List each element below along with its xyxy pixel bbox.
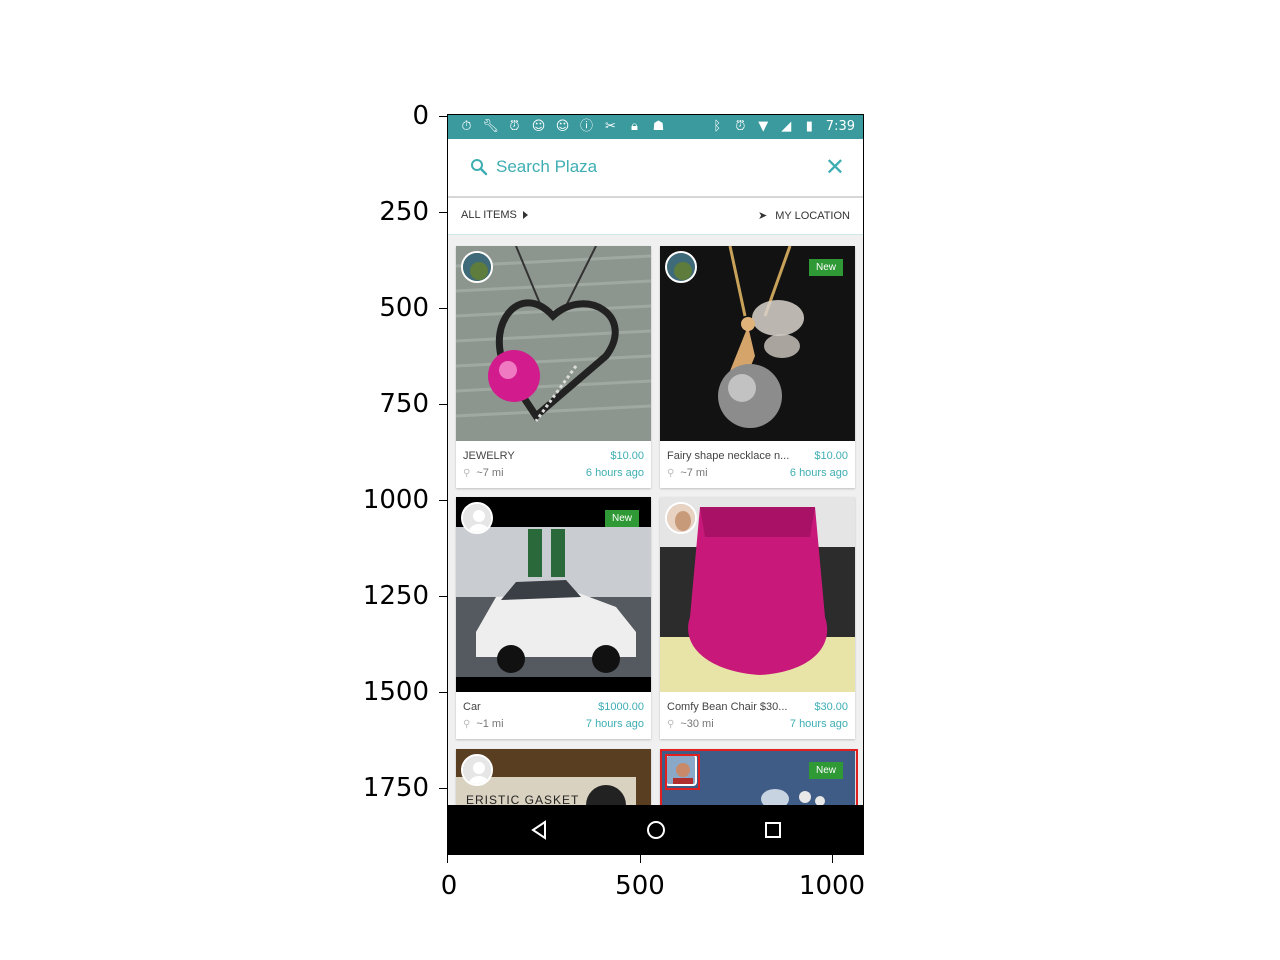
item-time: 7 hours ago: [789, 718, 848, 730]
y-tick: [439, 308, 447, 309]
x-tick-label: 500: [615, 871, 665, 901]
seller-avatar[interactable]: [461, 502, 493, 534]
item-card-gasket[interactable]: ERISTIC GASKET: [456, 749, 651, 809]
location-pin-icon: ⚲: [667, 467, 675, 479]
new-badge: New: [604, 510, 639, 527]
filter-bar: ALL ITEMS ➤ MY LOCATION: [448, 198, 863, 235]
item-distance: ⚲ ~30 mi: [667, 718, 714, 730]
category-filter-label: ALL ITEMS: [461, 209, 517, 221]
y-tick-label: 0: [412, 101, 429, 131]
caret-right-icon: [522, 211, 528, 219]
x-tick-label: 0: [440, 871, 458, 901]
smiley-icon: ☺: [555, 119, 570, 134]
seller-avatar[interactable]: [665, 502, 697, 534]
item-time: 7 hours ago: [585, 718, 644, 730]
seller-avatar[interactable]: [665, 251, 697, 283]
y-tick: [439, 500, 447, 501]
item-card-fairy-necklace[interactable]: New Fairy shape necklace n... $10.00 ⚲ ~…: [660, 246, 855, 488]
y-tick-label: 1250: [362, 581, 429, 611]
home-icon[interactable]: [645, 819, 667, 841]
x-tick: [447, 855, 448, 863]
item-price: $1000.00: [598, 701, 644, 713]
location-filter[interactable]: ➤ MY LOCATION: [758, 209, 850, 223]
status-icons-right: ᛒ ⏰︎ ▼ ◢ ▮ 7:39: [709, 118, 855, 135]
item-card-bean-chair[interactable]: Comfy Bean Chair $30... $30.00 ⚲ ~30 mi …: [660, 497, 855, 739]
item-distance: ⚲ ~7 mi: [667, 467, 708, 479]
location-pin-icon: ⚲: [667, 718, 675, 730]
tools-icon: ✂: [605, 119, 616, 134]
item-price: $10.00: [610, 450, 644, 462]
seller-avatar[interactable]: [461, 251, 493, 283]
location-pin-icon: ⚲: [463, 718, 471, 730]
item-distance-label: ~1 mi: [476, 718, 504, 730]
status-bar: ⏱ 🔧︎ ⏰︎ ☺ ☺ ⓘ ✂ 🔒︎ ☗ ᛒ ⏰︎ ▼ ◢ ▮ 7:39: [448, 115, 863, 139]
status-icons-left: ⏱ 🔧︎ ⏰︎ ☺ ☺ ⓘ ✂ 🔒︎ ☗: [458, 118, 667, 135]
x-tick: [640, 855, 641, 863]
item-distance: ⚲ ~1 mi: [463, 718, 504, 730]
alarm-icon: ⏰︎: [509, 119, 520, 134]
y-tick-label: 250: [379, 197, 429, 227]
location-pin-icon: ⚲: [463, 467, 471, 479]
search-input[interactable]: Search Plaza: [496, 157, 597, 177]
back-icon[interactable]: [528, 819, 550, 841]
item-title: JEWELRY: [463, 450, 515, 462]
seller-avatar[interactable]: [461, 754, 493, 786]
close-icon[interactable]: ✕: [825, 153, 845, 181]
recents-icon[interactable]: [762, 819, 784, 841]
item-distance: ⚲ ~7 mi: [463, 467, 504, 479]
phone-screen: ⏱ 🔧︎ ⏰︎ ☺ ☺ ⓘ ✂ 🔒︎ ☗ ᛒ ⏰︎ ▼ ◢ ▮ 7:39 Sea…: [447, 114, 864, 855]
search-icon: [471, 159, 488, 176]
item-price: $10.00: [814, 450, 848, 462]
y-tick: [439, 212, 447, 213]
info-icon: ⓘ: [579, 119, 593, 134]
y-tick-label: 1500: [362, 677, 429, 707]
x-tick-label: 1000: [798, 871, 866, 901]
status-time: 7:39: [825, 119, 855, 134]
y-tick: [439, 692, 447, 693]
y-tick-label: 1750: [362, 773, 429, 803]
y-tick: [439, 116, 447, 117]
search-bar[interactable]: Search Plaza ✕: [448, 139, 863, 197]
item-title: Comfy Bean Chair $30...: [667, 701, 788, 713]
item-card-car[interactable]: New Car $1000.00 ⚲ ~1 mi 7 hours ago: [456, 497, 651, 739]
wrench-icon: 🔧︎: [482, 119, 499, 134]
location-filter-label: MY LOCATION: [775, 209, 850, 222]
smiley-icon: ☺: [531, 119, 546, 134]
lock-icon: 🔒︎: [631, 119, 638, 134]
wifi-icon: ▼: [758, 119, 769, 134]
signal-icon: ◢: [781, 119, 792, 134]
alarm-icon: ⏰︎: [735, 119, 746, 134]
item-card-jewelry[interactable]: JEWELRY $10.00 ⚲ ~7 mi 6 hours ago: [456, 246, 651, 488]
y-tick-label: 1000: [362, 485, 429, 515]
item-distance-label: ~7 mi: [476, 467, 504, 479]
highlight-box-avatar: [665, 754, 700, 790]
category-filter[interactable]: ALL ITEMS: [461, 209, 528, 221]
y-tick-label: 750: [379, 389, 429, 419]
item-distance-label: ~30 mi: [680, 718, 714, 730]
item-price: $30.00: [814, 701, 848, 713]
y-tick: [439, 788, 447, 789]
item-title: Car: [463, 701, 481, 713]
stopwatch-icon: ⏱: [461, 119, 472, 134]
bluetooth-icon: ᛒ: [713, 119, 722, 134]
item-time: 6 hours ago: [789, 467, 848, 479]
item-time: 6 hours ago: [585, 467, 644, 479]
android-icon: ☗: [652, 119, 665, 134]
y-tick-label: 500: [379, 293, 429, 323]
x-tick: [832, 855, 833, 863]
y-tick: [439, 404, 447, 405]
item-title: Fairy shape necklace n...: [667, 450, 790, 462]
new-badge: New: [808, 259, 843, 276]
battery-icon: ▮: [805, 119, 813, 134]
navigation-bar: [448, 805, 863, 854]
y-tick: [439, 596, 447, 597]
item-distance-label: ~7 mi: [680, 467, 708, 479]
navigation-arrow-icon: ➤: [758, 210, 768, 222]
